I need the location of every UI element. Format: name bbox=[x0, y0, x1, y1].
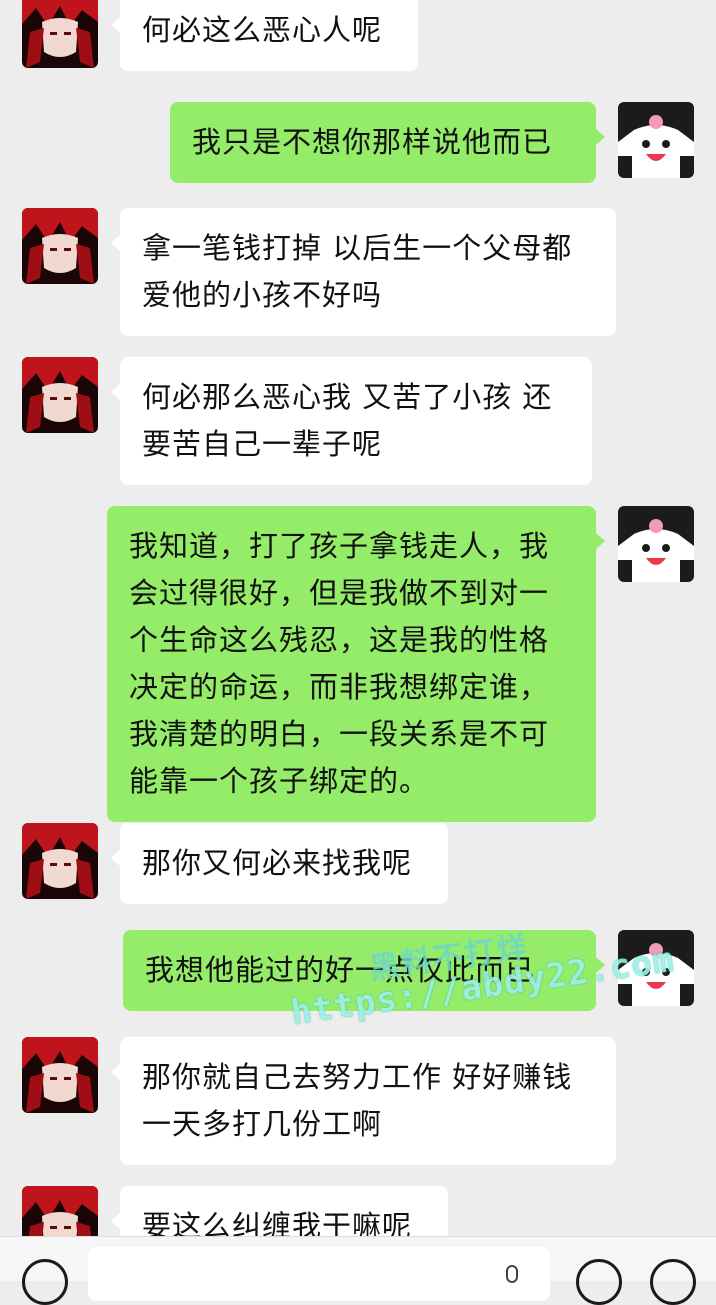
voice-icon[interactable] bbox=[22, 1259, 68, 1305]
emoji-icon[interactable] bbox=[576, 1259, 622, 1305]
plus-icon[interactable] bbox=[650, 1259, 696, 1305]
message-bubble-incoming[interactable]: 何必这么恶心人呢 bbox=[111, 0, 418, 71]
contact-avatar[interactable] bbox=[22, 357, 98, 433]
message-text: 我知道，打了孩子拿钱走人，我会过得很好，但是我做不到对一个生命这么残忍，这是我的… bbox=[129, 529, 550, 798]
kuromi-avatar-icon bbox=[618, 102, 694, 178]
message-bubble-incoming[interactable]: 那你又何必来找我呢 bbox=[111, 823, 448, 904]
message-bubble-incoming[interactable]: 何必那么恶心我 又苦了小孩 还要苦自己一辈子呢 bbox=[111, 357, 592, 485]
kuromi-avatar-icon bbox=[618, 506, 694, 582]
message-text: 那你就自己去努力工作 好好赚钱一天多打几份工啊 bbox=[142, 1060, 573, 1141]
red-hair-character-avatar-icon bbox=[22, 1186, 98, 1236]
message-text: 拿一笔钱打掉 以后生一个父母都爱他的小孩不好吗 bbox=[142, 231, 573, 312]
contact-avatar[interactable] bbox=[22, 1037, 98, 1113]
contact-avatar[interactable] bbox=[22, 1186, 98, 1236]
red-hair-character-avatar-icon bbox=[22, 357, 98, 433]
red-hair-character-avatar-icon bbox=[22, 208, 98, 284]
message-text: 要这么纠缠我干嘛呢 bbox=[142, 1209, 413, 1236]
message-bubble-incoming[interactable]: 拿一笔钱打掉 以后生一个父母都爱他的小孩不好吗 bbox=[111, 208, 616, 336]
message-input[interactable] bbox=[88, 1247, 550, 1301]
message-text: 我想他能过的好一点仅此而已 bbox=[145, 953, 536, 987]
message-bubble-outgoing[interactable]: 我想他能过的好一点仅此而已 bbox=[123, 930, 605, 1011]
self-avatar[interactable] bbox=[618, 102, 694, 178]
message-bubble-incoming[interactable]: 要这么纠缠我干嘛呢 bbox=[111, 1186, 448, 1236]
chat-message-list[interactable]: 何必这么恶心人呢 我只是不想你那样说他而已 拿一笔钱打掉 以后生一个父母都爱他的… bbox=[0, 0, 716, 1236]
message-text: 我只是不想你那样说他而已 bbox=[192, 125, 553, 159]
red-hair-character-avatar-icon bbox=[22, 0, 98, 68]
contact-avatar[interactable] bbox=[22, 208, 98, 284]
message-text: 何必那么恶心我 又苦了小孩 还要苦自己一辈子呢 bbox=[142, 380, 553, 461]
message-text: 何必这么恶心人呢 bbox=[142, 13, 383, 47]
message-input-bar bbox=[0, 1236, 716, 1305]
message-text: 那你又何必来找我呢 bbox=[142, 846, 413, 880]
self-avatar[interactable] bbox=[618, 506, 694, 582]
contact-avatar[interactable] bbox=[22, 0, 98, 68]
red-hair-character-avatar-icon bbox=[22, 1037, 98, 1113]
message-bubble-outgoing[interactable]: 我只是不想你那样说他而已 bbox=[170, 102, 605, 183]
red-hair-character-avatar-icon bbox=[22, 823, 98, 899]
message-bubble-outgoing[interactable]: 我知道，打了孩子拿钱走人，我会过得很好，但是我做不到对一个生命这么残忍，这是我的… bbox=[107, 506, 605, 822]
kuromi-avatar-icon bbox=[618, 930, 694, 1006]
microphone-icon[interactable] bbox=[506, 1265, 518, 1283]
self-avatar[interactable] bbox=[618, 930, 694, 1006]
contact-avatar[interactable] bbox=[22, 823, 98, 899]
message-bubble-incoming[interactable]: 那你就自己去努力工作 好好赚钱一天多打几份工啊 bbox=[111, 1037, 616, 1165]
